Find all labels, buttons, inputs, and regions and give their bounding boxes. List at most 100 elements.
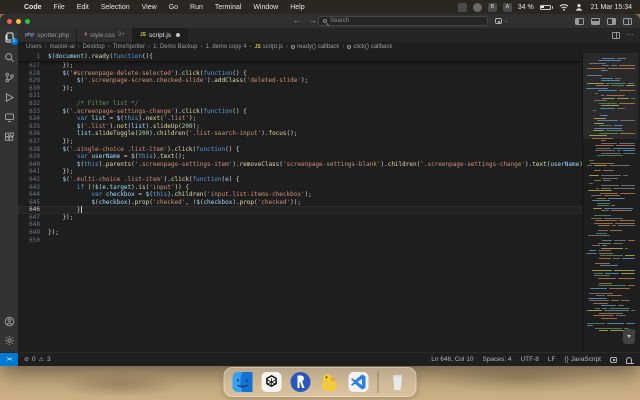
sticky-scroll-line[interactable]: 1$(document).ready(function(){ bbox=[18, 52, 582, 61]
css-file-icon: # bbox=[84, 32, 87, 38]
tab-spotter.php[interactable]: phpspotter.php bbox=[18, 28, 77, 42]
breadcrumb-item[interactable]: master-al bbox=[50, 44, 75, 50]
dock-vscode-icon[interactable] bbox=[347, 370, 371, 394]
breadcrumb-item[interactable]: 1. Demo Backup bbox=[153, 44, 197, 50]
toggle-sidebar-icon[interactable] bbox=[575, 18, 584, 25]
search-view-icon[interactable] bbox=[4, 52, 15, 63]
code-line-641: 641 }); bbox=[18, 168, 582, 176]
close-window-button[interactable] bbox=[7, 19, 12, 24]
menu-selection[interactable]: Selection bbox=[95, 4, 136, 11]
minimize-window-button[interactable] bbox=[16, 19, 21, 24]
copilot-menu[interactable]: ⌄ bbox=[495, 18, 508, 24]
dock-chatgpt-icon[interactable] bbox=[260, 370, 284, 394]
extensions-icon[interactable] bbox=[4, 132, 15, 143]
breadcrumb-item[interactable]: Users bbox=[26, 44, 42, 50]
zoom-window-button[interactable] bbox=[25, 19, 30, 24]
menu-help[interactable]: Help bbox=[284, 4, 310, 11]
breadcrumb-item[interactable]: Desktop bbox=[83, 44, 105, 50]
code-line-631: 631 bbox=[18, 92, 582, 100]
user-switcher-icon[interactable] bbox=[575, 3, 583, 11]
line-number: 650 bbox=[18, 237, 48, 245]
tab-label: style.css bbox=[90, 32, 115, 39]
dirty-indicator bbox=[176, 33, 180, 37]
menu-go[interactable]: Go bbox=[163, 4, 184, 11]
status-bar: >< ⊘ 0 ⚠ 3 Ln 646, Col 10 Spaces: 4 UTF-… bbox=[0, 352, 640, 366]
code-line-638: 638 $('.single-choice .list-item').click… bbox=[18, 146, 582, 154]
problems-indicator[interactable]: ⊘ 0 ⚠ 3 bbox=[18, 356, 51, 363]
menu-run[interactable]: Run bbox=[184, 4, 209, 11]
battery-icon[interactable] bbox=[540, 5, 553, 10]
menu-terminal[interactable]: Terminal bbox=[209, 4, 247, 11]
window-controls bbox=[7, 19, 30, 24]
eol-sequence[interactable]: LF bbox=[548, 356, 556, 363]
breadcrumb-item[interactable]: 1. demo copy 4 bbox=[206, 44, 247, 50]
code-line-645: 645 $(checkbox).prop('checked', !$(check… bbox=[18, 199, 582, 207]
indentation[interactable]: Spaces: 4 bbox=[483, 356, 512, 363]
breadcrumb-separator: › bbox=[250, 44, 252, 50]
cursor-position[interactable]: Ln 646, Col 10 bbox=[431, 356, 473, 363]
minimap[interactable] bbox=[582, 52, 638, 352]
code-line-650: 650 bbox=[18, 237, 582, 245]
more-actions-icon[interactable]: ⋯ bbox=[627, 31, 635, 39]
copilot-icon bbox=[495, 18, 502, 24]
command-center-search[interactable]: Search bbox=[318, 16, 488, 26]
code-line-639: 639 var userName = $(this).text(); bbox=[18, 153, 582, 161]
wifi-icon[interactable] bbox=[559, 3, 569, 11]
dock-finder-icon[interactable] bbox=[231, 370, 255, 394]
tab-script.js[interactable]: JSscript.js bbox=[133, 28, 188, 42]
breadcrumb-separator: › bbox=[148, 44, 150, 50]
code-line-644: 644 var checkbox = $(this).children('inp… bbox=[18, 191, 582, 199]
remote-explorer-icon[interactable] bbox=[4, 112, 15, 123]
code-line-642: 642 $('.multi-choice .list-item').click(… bbox=[18, 176, 582, 184]
notifications-bell-icon[interactable] bbox=[626, 357, 632, 363]
breadcrumb-item[interactable]: click() callback bbox=[347, 44, 392, 50]
source-control-icon[interactable] bbox=[4, 72, 15, 83]
go-forward-button[interactable]: → bbox=[309, 17, 317, 25]
encoding[interactable]: UTF-8 bbox=[520, 356, 538, 363]
remote-indicator[interactable]: >< bbox=[0, 353, 18, 367]
code-line-637: 637 }); bbox=[18, 138, 582, 146]
go-back-button[interactable]: ← bbox=[293, 17, 301, 25]
code-line-630: 630 }); bbox=[18, 85, 582, 93]
code-line-634: 634 var list = $(this).next('.list'); bbox=[18, 115, 582, 123]
menu-window[interactable]: Window bbox=[247, 4, 284, 11]
explorer-badge: 1 bbox=[11, 38, 18, 45]
menu-extra-icon-2[interactable] bbox=[473, 3, 482, 12]
menu-edit[interactable]: Edit bbox=[71, 4, 95, 11]
run-debug-icon[interactable] bbox=[4, 92, 15, 103]
scroll-down-button[interactable] bbox=[623, 329, 635, 344]
language-mode[interactable]: {} JavaScript bbox=[564, 356, 601, 363]
dock-cyberduck-icon[interactable] bbox=[318, 370, 342, 394]
menu-file[interactable]: File bbox=[48, 4, 71, 11]
line-number: 627 bbox=[18, 62, 48, 70]
input-source-icon[interactable]: A bbox=[503, 3, 512, 12]
explorer-icon[interactable]: 1 bbox=[4, 32, 15, 43]
menu-extra-icon-1[interactable] bbox=[458, 3, 467, 12]
dock-yandex-icon[interactable] bbox=[289, 370, 313, 394]
menu-bar-status: B A 34 % 21 Mar 15:34 bbox=[458, 3, 640, 12]
breadcrumb-item[interactable]: ready() callback bbox=[291, 44, 339, 50]
tab-style.css[interactable]: #style.css9+ bbox=[77, 28, 133, 42]
menu-bar-clock[interactable]: 21 Mar 15:34 bbox=[591, 4, 632, 11]
customize-layout-icon[interactable] bbox=[623, 18, 632, 25]
title-bar: ← → Search ⌄ bbox=[0, 14, 640, 28]
menu-code[interactable]: Code bbox=[18, 4, 48, 11]
warnings-icon: ⚠ bbox=[39, 356, 44, 363]
toggle-panel-icon[interactable] bbox=[591, 18, 600, 25]
tab-label: script.js bbox=[149, 32, 171, 39]
account-icon[interactable] bbox=[4, 316, 15, 327]
breadcrumb-item[interactable]: TimeSpotter bbox=[113, 44, 145, 50]
menu-view[interactable]: View bbox=[136, 4, 163, 11]
settings-gear-icon[interactable] bbox=[4, 335, 15, 346]
breadcrumb-item[interactable]: JSscript.js bbox=[255, 44, 283, 50]
menu-extra-icon-b[interactable]: B bbox=[488, 3, 497, 12]
activity-bar: 1 bbox=[0, 28, 18, 352]
line-number: 632 bbox=[18, 100, 48, 108]
toggle-secondary-sidebar-icon[interactable] bbox=[607, 18, 616, 25]
copilot-status-icon[interactable] bbox=[610, 357, 617, 363]
split-editor-icon[interactable] bbox=[612, 32, 620, 39]
code-line-640: 640 $(this).parents('.screenpage-setting… bbox=[18, 161, 582, 169]
code-editor[interactable]: 1$(document).ready(function(){ 627 });62… bbox=[18, 52, 640, 352]
dock-trash-icon[interactable] bbox=[386, 370, 410, 394]
errors-icon: ⊘ bbox=[24, 356, 29, 363]
